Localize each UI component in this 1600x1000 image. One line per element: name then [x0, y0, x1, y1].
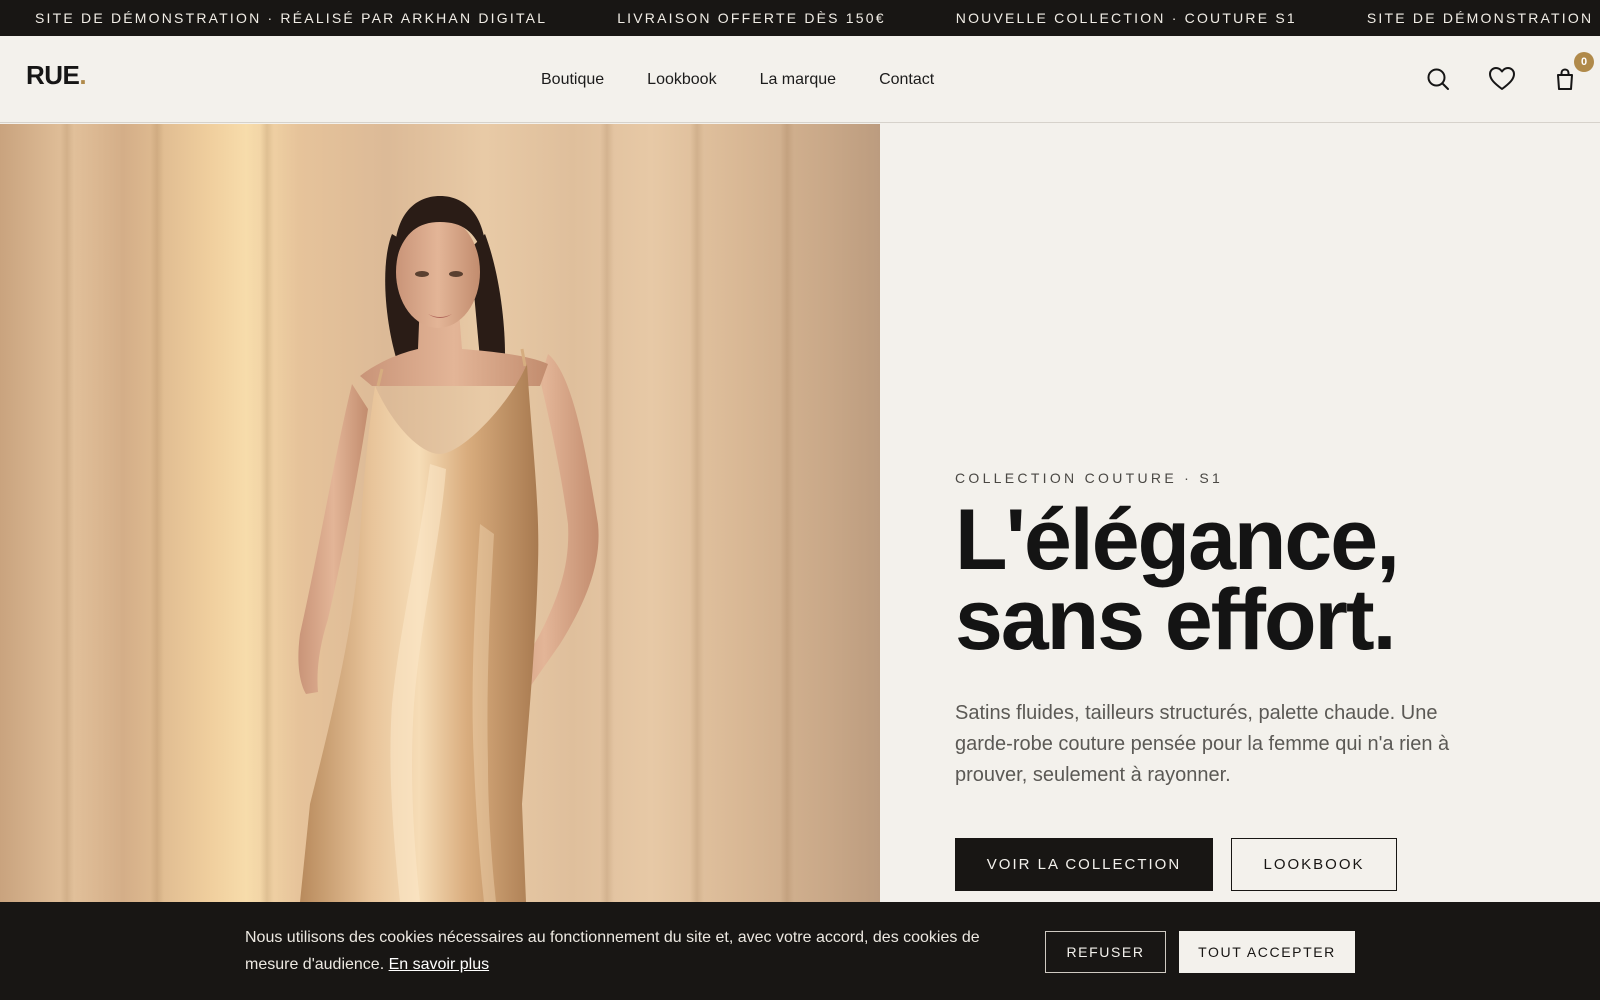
cookie-message: Nous utilisons des cookies nécessaires a…: [245, 929, 980, 973]
main-nav: Boutique Lookbook La marque Contact: [541, 36, 977, 123]
hero-content: COLLECTION COUTURE · S1 L'élégance, sans…: [955, 470, 1515, 791]
heart-icon[interactable]: [1487, 64, 1517, 94]
nav-link-lookbook[interactable]: Lookbook: [647, 71, 716, 89]
refuse-cookies-button[interactable]: REFUSER: [1045, 931, 1166, 973]
brand-logo[interactable]: RUE.: [26, 60, 87, 91]
header-actions: 0: [1360, 36, 1600, 123]
cookie-banner: Nous utilisons des cookies nécessaires a…: [0, 902, 1600, 1000]
search-icon[interactable]: [1423, 64, 1453, 94]
view-collection-button[interactable]: VOIR LA COLLECTION: [955, 838, 1213, 891]
announcement-item: LIVRAISON OFFERTE DÈS 150€: [617, 10, 886, 26]
logo-dot: .: [79, 60, 87, 90]
nav-link-contact[interactable]: Contact: [879, 71, 934, 89]
nav-link-boutique[interactable]: Boutique: [541, 71, 604, 89]
announcement-item: SITE DE DÉMONSTRATION · RÉALISÉ PAR ARKH…: [1366, 10, 1600, 26]
logo-text: RUE: [26, 60, 80, 90]
hero-image: [0, 124, 880, 902]
hero-headline: L'élégance, sans effort.: [955, 497, 1515, 663]
hero-lead: Satins fluides, tailleurs structurés, pa…: [955, 702, 1450, 786]
announcement-item: NOUVELLE COLLECTION · COUTURE S1: [955, 10, 1297, 26]
shopping-bag-icon[interactable]: 0: [1550, 52, 1594, 94]
hero-headline-line2: sans effort.: [955, 572, 1397, 668]
model-in-satin-dress: [298, 196, 599, 902]
cookie-learn-more-link[interactable]: En savoir plus: [389, 956, 490, 973]
announcement-bar: SITE DE DÉMONSTRATION · RÉALISÉ PAR ARKH…: [0, 0, 1600, 36]
accept-all-cookies-button[interactable]: TOUT ACCEPTER: [1179, 931, 1355, 973]
cookie-text: Nous utilisons des cookies nécessaires a…: [245, 924, 1015, 978]
hero-cta-row: VOIR LA COLLECTION LOOKBOOK: [955, 838, 1397, 891]
site-header: RUE. Boutique Lookbook La marque Contact…: [0, 36, 1600, 123]
nav-link-la-marque[interactable]: La marque: [760, 71, 837, 89]
cart-count-badge: 0: [1574, 52, 1594, 72]
announcement-item: SITE DE DÉMONSTRATION · RÉALISÉ PAR ARKH…: [35, 10, 548, 26]
lookbook-button[interactable]: LOOKBOOK: [1231, 838, 1397, 891]
hero-eyebrow: COLLECTION COUTURE · S1: [955, 470, 1224, 486]
announcement-track: SITE DE DÉMONSTRATION · RÉALISÉ PAR ARKH…: [35, 0, 1600, 36]
